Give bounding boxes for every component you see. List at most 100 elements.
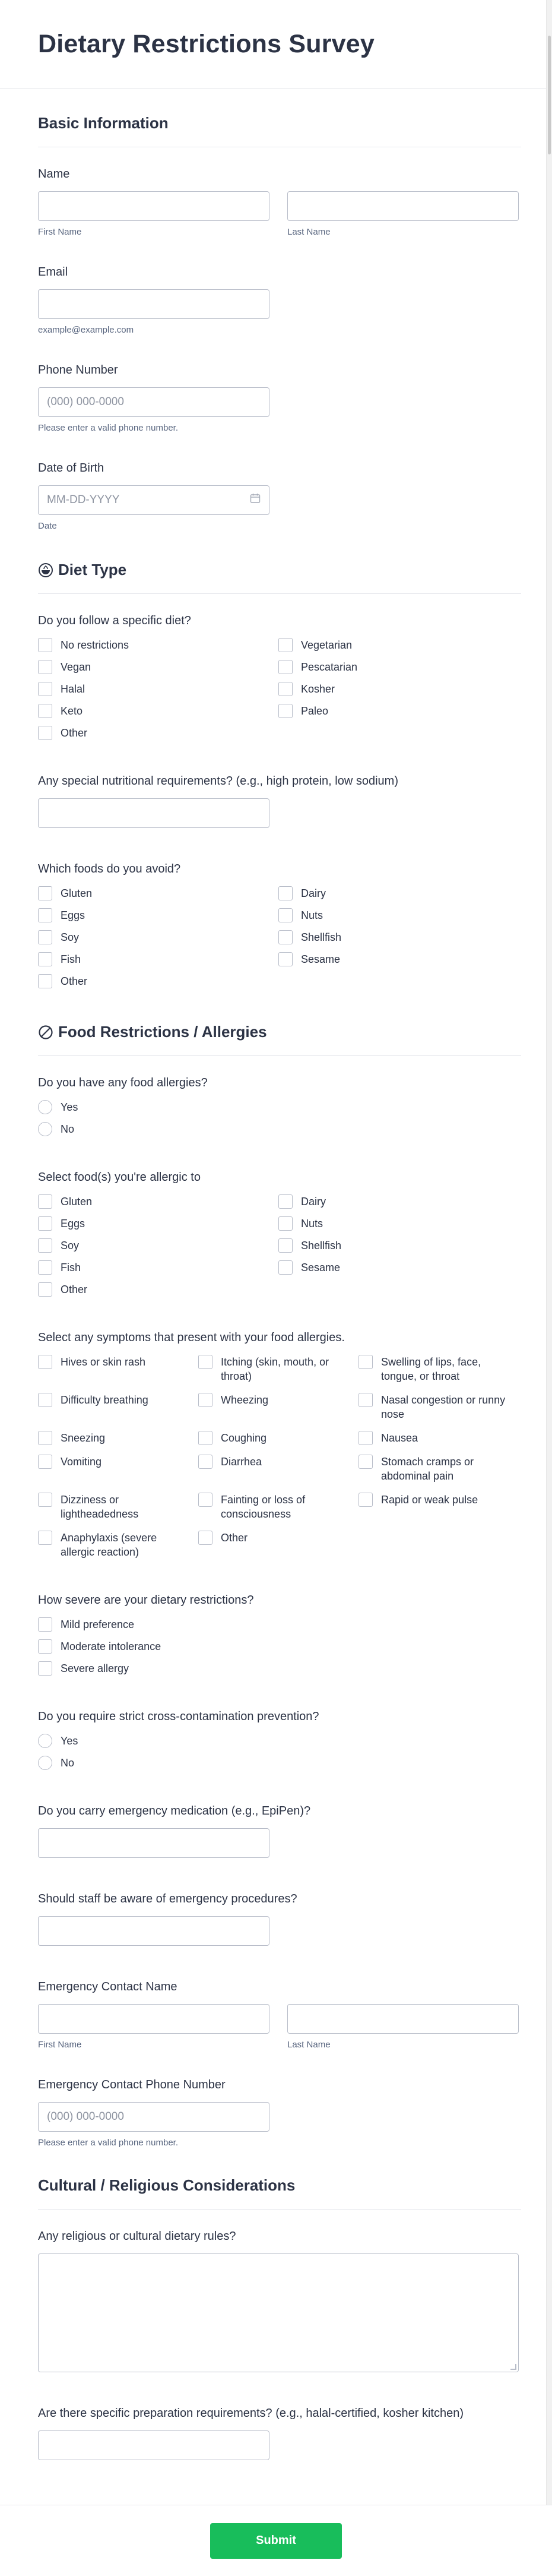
checkbox[interactable] xyxy=(278,930,293,944)
checkbox[interactable] xyxy=(198,1393,212,1407)
contact-last-name-input[interactable] xyxy=(287,2004,519,2034)
checkbox[interactable] xyxy=(278,1238,293,1253)
checkbox[interactable] xyxy=(278,704,293,718)
scrollbar[interactable] xyxy=(546,0,552,2576)
checkbox-option[interactable]: Other xyxy=(198,1531,359,1559)
checkbox-option[interactable]: Soy xyxy=(38,930,278,944)
checkbox-option[interactable]: Fish xyxy=(38,1260,278,1275)
checkbox[interactable] xyxy=(198,1455,212,1469)
checkbox-option[interactable]: Rapid or weak pulse xyxy=(359,1493,519,1521)
checkbox-option[interactable]: Pescatarian xyxy=(278,660,519,674)
checkbox[interactable] xyxy=(278,1194,293,1209)
checkbox-option[interactable]: Kosher xyxy=(278,682,519,696)
checkbox-option[interactable]: Diarrhea xyxy=(198,1455,359,1483)
first-name-input[interactable] xyxy=(38,191,269,221)
checkbox[interactable] xyxy=(38,1194,52,1209)
scrollbar-thumb[interactable] xyxy=(548,36,551,154)
checkbox[interactable] xyxy=(38,974,52,988)
checkbox[interactable] xyxy=(38,660,52,674)
radio-option[interactable]: No xyxy=(38,1122,278,1136)
checkbox[interactable] xyxy=(278,660,293,674)
checkbox-option[interactable]: Gluten xyxy=(38,886,278,900)
checkbox-option[interactable]: Vomiting xyxy=(38,1455,198,1483)
nutritional-requirements-input[interactable] xyxy=(38,798,269,828)
checkbox-option[interactable]: Coughing xyxy=(198,1431,359,1445)
checkbox-option[interactable]: Eggs xyxy=(38,1216,278,1231)
checkbox-option[interactable]: Severe allergy xyxy=(38,1661,278,1676)
checkbox-option[interactable]: Nasal congestion or runny nose xyxy=(359,1393,519,1421)
religious-rules-textarea[interactable] xyxy=(38,2253,519,2372)
checkbox-option[interactable]: Fainting or loss of consciousness xyxy=(198,1493,359,1521)
checkbox-option[interactable]: Other xyxy=(38,1282,278,1297)
checkbox-option[interactable]: Swelling of lips, face, tongue, or throa… xyxy=(359,1355,519,1383)
contact-phone-input[interactable]: (000) 000-0000 xyxy=(38,2102,269,2132)
checkbox[interactable] xyxy=(38,1661,52,1676)
checkbox[interactable] xyxy=(38,1431,52,1445)
checkbox[interactable] xyxy=(38,930,52,944)
calendar-icon[interactable] xyxy=(250,493,261,507)
radio-button[interactable] xyxy=(38,1756,52,1770)
radio-button[interactable] xyxy=(38,1734,52,1748)
checkbox-option[interactable]: Eggs xyxy=(38,908,278,922)
checkbox[interactable] xyxy=(38,1455,52,1469)
checkbox[interactable] xyxy=(38,1355,52,1369)
email-input[interactable] xyxy=(38,289,269,319)
checkbox[interactable] xyxy=(38,1531,52,1545)
radio-option[interactable]: No xyxy=(38,1756,278,1770)
checkbox-option[interactable]: Sesame xyxy=(278,1260,519,1275)
contact-first-name-input[interactable] xyxy=(38,2004,269,2034)
checkbox[interactable] xyxy=(38,886,52,900)
checkbox-option[interactable]: Anaphylaxis (severe allergic reaction) xyxy=(38,1531,198,1559)
checkbox[interactable] xyxy=(278,886,293,900)
emergency-medication-input[interactable] xyxy=(38,1828,269,1858)
checkbox[interactable] xyxy=(38,1393,52,1407)
radio-button[interactable] xyxy=(38,1122,52,1136)
checkbox-option[interactable]: Other xyxy=(38,974,278,988)
emergency-procedures-input[interactable] xyxy=(38,1916,269,1946)
checkbox-option[interactable]: Moderate intolerance xyxy=(38,1639,278,1654)
checkbox-option[interactable]: Dairy xyxy=(278,886,519,900)
resize-handle[interactable] xyxy=(510,2364,516,2370)
checkbox[interactable] xyxy=(38,638,52,652)
checkbox-option[interactable]: No restrictions xyxy=(38,638,278,652)
checkbox[interactable] xyxy=(278,908,293,922)
checkbox[interactable] xyxy=(38,1493,52,1507)
radio-option[interactable]: Yes xyxy=(38,1100,278,1114)
checkbox[interactable] xyxy=(359,1455,373,1469)
checkbox[interactable] xyxy=(278,952,293,966)
checkbox[interactable] xyxy=(38,908,52,922)
checkbox[interactable] xyxy=(38,1260,52,1275)
checkbox-option[interactable]: Dizziness or lightheadedness xyxy=(38,1493,198,1521)
checkbox[interactable] xyxy=(38,1617,52,1632)
checkbox[interactable] xyxy=(359,1393,373,1407)
checkbox[interactable] xyxy=(359,1493,373,1507)
checkbox-option[interactable]: Itching (skin, mouth, or throat) xyxy=(198,1355,359,1383)
checkbox[interactable] xyxy=(359,1431,373,1445)
checkbox[interactable] xyxy=(38,682,52,696)
checkbox-option[interactable]: Shellfish xyxy=(278,1238,519,1253)
checkbox-option[interactable]: Stomach cramps or abdominal pain xyxy=(359,1455,519,1483)
last-name-input[interactable] xyxy=(287,191,519,221)
checkbox[interactable] xyxy=(359,1355,373,1369)
checkbox-option[interactable]: Mild preference xyxy=(38,1617,278,1632)
checkbox-option[interactable]: Fish xyxy=(38,952,278,966)
checkbox[interactable] xyxy=(198,1431,212,1445)
checkbox-option[interactable]: Difficulty breathing xyxy=(38,1393,198,1421)
checkbox-option[interactable]: Sneezing xyxy=(38,1431,198,1445)
checkbox-option[interactable]: Keto xyxy=(38,704,278,718)
checkbox[interactable] xyxy=(38,1216,52,1231)
checkbox[interactable] xyxy=(278,682,293,696)
checkbox-option[interactable]: Nuts xyxy=(278,1216,519,1231)
checkbox[interactable] xyxy=(38,1238,52,1253)
checkbox-option[interactable]: Nausea xyxy=(359,1431,519,1445)
checkbox-option[interactable]: Paleo xyxy=(278,704,519,718)
radio-button[interactable] xyxy=(38,1100,52,1114)
checkbox-option[interactable]: Soy xyxy=(38,1238,278,1253)
checkbox[interactable] xyxy=(38,704,52,718)
checkbox-option[interactable]: Vegetarian xyxy=(278,638,519,652)
checkbox[interactable] xyxy=(198,1531,212,1545)
checkbox-option[interactable]: Gluten xyxy=(38,1194,278,1209)
checkbox[interactable] xyxy=(278,1260,293,1275)
dob-input[interactable]: MM-DD-YYYY xyxy=(38,485,269,515)
checkbox[interactable] xyxy=(278,638,293,652)
